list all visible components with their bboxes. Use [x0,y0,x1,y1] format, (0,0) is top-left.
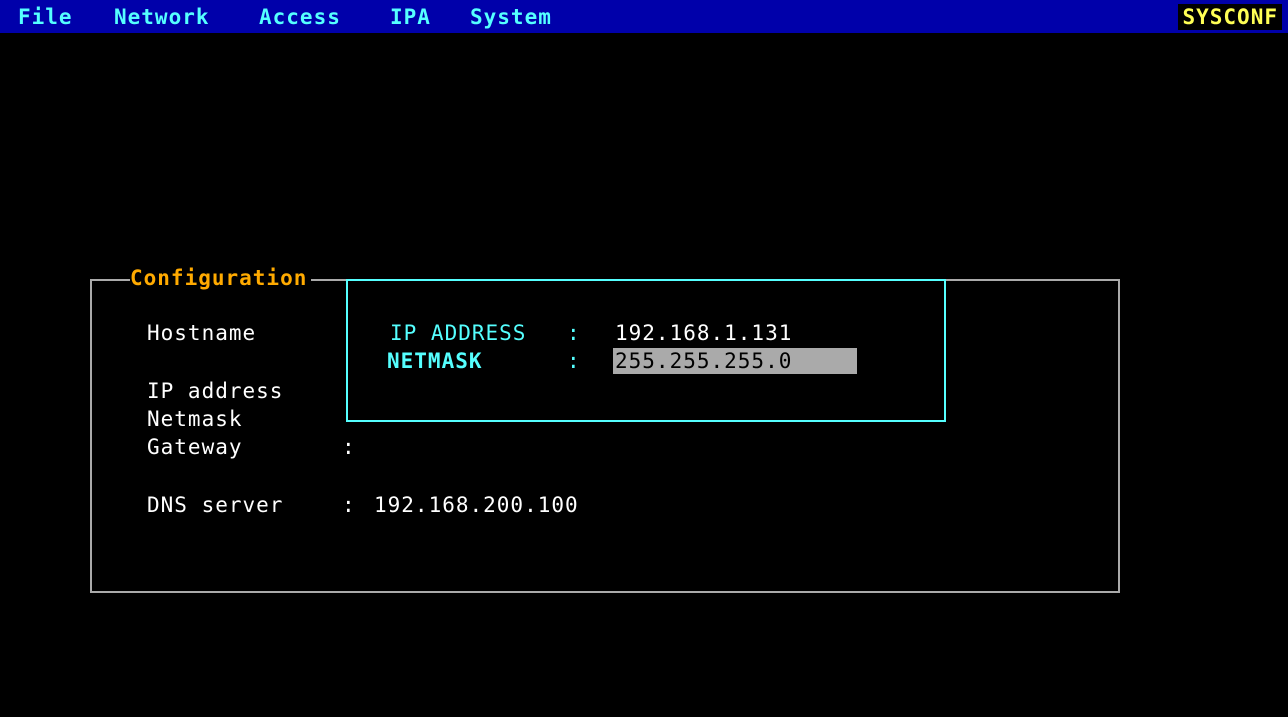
dialog-ip-address-value[interactable]: 192.168.1.131 [615,320,792,346]
dns-server-label: DNS server [147,493,284,517]
gateway-label: Gateway [147,435,243,459]
dns-server-value[interactable]: 192.168.200.100 [374,492,579,518]
dialog-netmask-label: NETMASK [387,349,483,373]
gateway-separator: : [342,435,356,459]
menu-file[interactable]: File [18,4,73,30]
dialog-netmask-input[interactable]: 255.255.255.0 [613,348,857,374]
menu-ipa[interactable]: IPA [390,4,431,30]
menu-system[interactable]: System [470,4,552,30]
menu-network[interactable]: Network [114,4,210,30]
dialog-ip-address-label: IP ADDRESS [390,321,527,345]
dialog-ip-separator: : [567,321,581,345]
netmask-label: Netmask [147,407,243,431]
menu-access[interactable]: Access [259,4,341,30]
hostname-label: Hostname [147,321,257,345]
menu-bar: File Network Access IPA System SYSCONF [0,0,1288,33]
app-name-badge: SYSCONF [1178,4,1282,30]
dns-server-separator: : [342,493,356,517]
dialog-netmask-separator: : [567,349,581,373]
configuration-title: Configuration [130,265,312,291]
ip-address-label: IP address [147,379,284,403]
